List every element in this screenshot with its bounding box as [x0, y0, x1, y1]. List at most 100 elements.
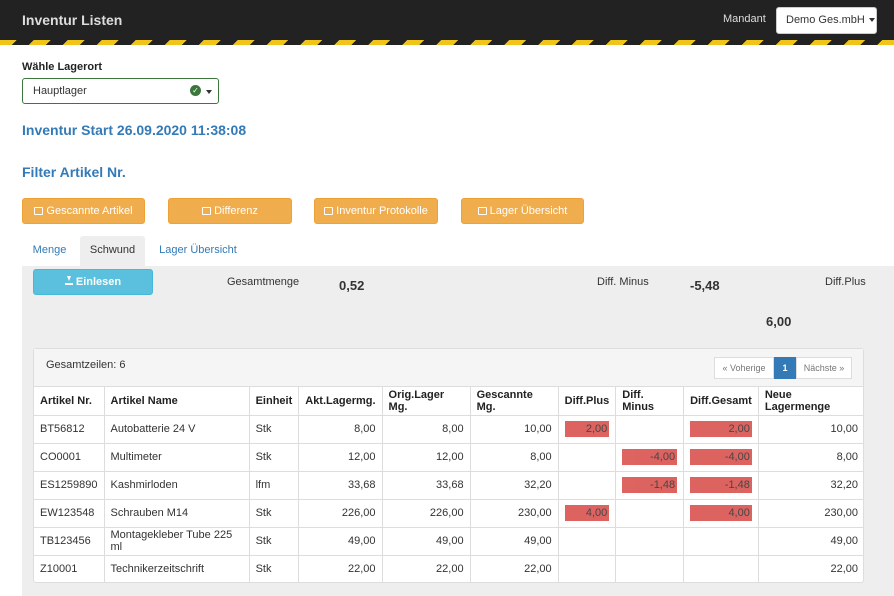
column-header: Artikel Nr. [34, 387, 105, 416]
table-cell [558, 443, 617, 472]
table-cell [615, 415, 685, 444]
gesamtzeilen: Gesamtzeilen: 6 [46, 359, 126, 371]
table-cell: 8,00 [470, 443, 559, 472]
table-cell [615, 527, 685, 556]
table-cell: 49,00 [758, 527, 864, 556]
table-cell: 10,00 [758, 415, 864, 444]
download-icon [64, 276, 73, 285]
diff-highlight: 4,00 [564, 505, 610, 521]
button-label: Einlesen [75, 276, 122, 288]
diff-highlight: 4,00 [690, 505, 752, 521]
table-cell: -4,00 [615, 443, 685, 472]
table-cell [558, 471, 617, 500]
table-cell: 226,00 [298, 499, 383, 528]
print-icon [477, 207, 487, 215]
table-cell: -1,48 [683, 471, 759, 500]
diff-highlight: -1,48 [622, 477, 678, 493]
table-cell: Stk [249, 443, 300, 472]
table-cell: 33,68 [382, 471, 471, 500]
hazard-stripe [0, 40, 894, 45]
tab-menge[interactable]: Menge [22, 236, 77, 266]
table-cell [558, 555, 617, 583]
print-icon [34, 207, 44, 215]
table-cell: EW123548 [34, 499, 105, 528]
button-label: Gescannte Artikel [46, 205, 133, 217]
table-cell: 22,00 [830, 563, 858, 576]
pager-prev[interactable]: « Voherige [714, 357, 774, 379]
inventur-table: Artikel Nr. Artikel Name Einheit Akt.Lagerm… [34, 387, 864, 583]
mandant-label: Mandant [723, 13, 766, 25]
mandant-value: Demo Ges.mbH [786, 14, 865, 26]
table-row: TB123456 Montagekleber Tube 225 ml Stk 49,0… [34, 527, 864, 556]
app-title[interactable]: Inventur Listen [22, 12, 122, 28]
diff-plus-label: Diff.Plus [825, 276, 866, 288]
print-icon [202, 207, 212, 215]
table-toolbar: Gesamtzeilen: 6 « Voherige 1 Nächste » [34, 349, 863, 387]
table-cell: Kashmirloden [104, 471, 250, 500]
diff-highlight: -1,48 [690, 477, 752, 493]
table-cell: 8,00 [382, 415, 471, 444]
table-cell: 230,00 [758, 499, 864, 528]
table-header-row: Artikel Nr. Artikel Name Einheit Akt.Lagerm… [34, 387, 864, 416]
lager-uebersicht-button[interactable]: Lager Übersicht [461, 198, 584, 224]
table-cell: 22,00 [470, 555, 559, 583]
diff-highlight: -4,00 [622, 449, 678, 465]
table-cell: TB123456 [34, 527, 105, 556]
table-cell: Z10001 [34, 555, 105, 583]
inventur-protokolle-button[interactable]: Inventur Protokolle [314, 198, 438, 224]
gesamtmenge-label: Gesamtmenge [227, 276, 300, 288]
table-cell: 12,00 [298, 443, 383, 472]
einlesen-button[interactable]: Einlesen [33, 269, 153, 295]
pager-page-1[interactable]: 1 [774, 357, 796, 379]
table-cell [615, 555, 685, 583]
lager-value: Hauptlager [33, 85, 87, 97]
diff-minus-label: Diff. Minus [597, 276, 649, 288]
mandant-dropdown[interactable]: Demo Ges.mbH [776, 7, 877, 34]
column-header: Gescannte Mg. [470, 387, 559, 416]
print-icon [324, 207, 334, 215]
diff-highlight: 2,00 [564, 421, 610, 437]
table-cell: 32,20 [470, 471, 559, 500]
table-cell: 49,00 [298, 527, 383, 556]
lager-label: Wähle Lagerort [22, 61, 103, 73]
table-cell: 8,00 [298, 415, 383, 444]
table-cell: 49,00 [382, 527, 471, 556]
tab-schwund[interactable]: Schwund [80, 236, 145, 266]
table-cell: Multimeter [104, 443, 250, 472]
table-cell: 32,20 [758, 471, 864, 500]
table-cell: 8,00 [758, 443, 864, 472]
diff-highlight: -4,00 [690, 449, 752, 465]
lager-select[interactable]: Hauptlager ✓ [22, 78, 219, 104]
table-cell: 4,00 [558, 499, 617, 528]
table-cell: CO0001 [34, 443, 105, 472]
inventur-title: Inventur Start 26.09.2020 11:38:08 [22, 122, 247, 138]
table-cell [615, 499, 685, 528]
table-cell [683, 527, 759, 556]
filter-title: Filter Artikel Nr. [22, 164, 126, 180]
table-cell: Schrauben M14 [104, 499, 250, 528]
table-cell: 49,00 [470, 527, 559, 556]
table-cell: Stk [249, 415, 300, 444]
table-row: EW123548 Schrauben M14 Stk 226,00 226,00 230,… [34, 499, 864, 528]
gescannte-artikel-button[interactable]: Gescannte Artikel [22, 198, 145, 224]
table-cell: -1,48 [615, 471, 685, 500]
table-cell: ES1259890 [34, 471, 105, 500]
pager-next[interactable]: Nächste » [796, 357, 852, 379]
column-header: Akt.Lagermg. [298, 387, 383, 416]
table-cell: 22,00 [382, 555, 471, 583]
table-cell: Stk [249, 499, 300, 528]
table-cell: 10,00 [470, 415, 559, 444]
tab-lager-uebersicht[interactable]: Lager Übersicht [152, 236, 244, 266]
table-cell: Technikerzeitschrift [104, 555, 250, 583]
differenz-button[interactable]: Differenz [168, 198, 292, 224]
table-cell [683, 555, 759, 583]
chevron-down-icon [206, 90, 212, 94]
table-cell: 226,00 [382, 499, 471, 528]
table-cell: -4,00 [683, 443, 759, 472]
table-cell [558, 527, 617, 556]
column-header: Orig.Lager Mg. [382, 387, 471, 416]
column-header: Diff. Minus [615, 387, 685, 416]
navbar: Inventur Listen Mandant Demo Ges.mbH [0, 0, 894, 40]
table-cell: 22,00 [298, 555, 383, 583]
gesamtmenge-value: 0,52 [339, 278, 365, 293]
